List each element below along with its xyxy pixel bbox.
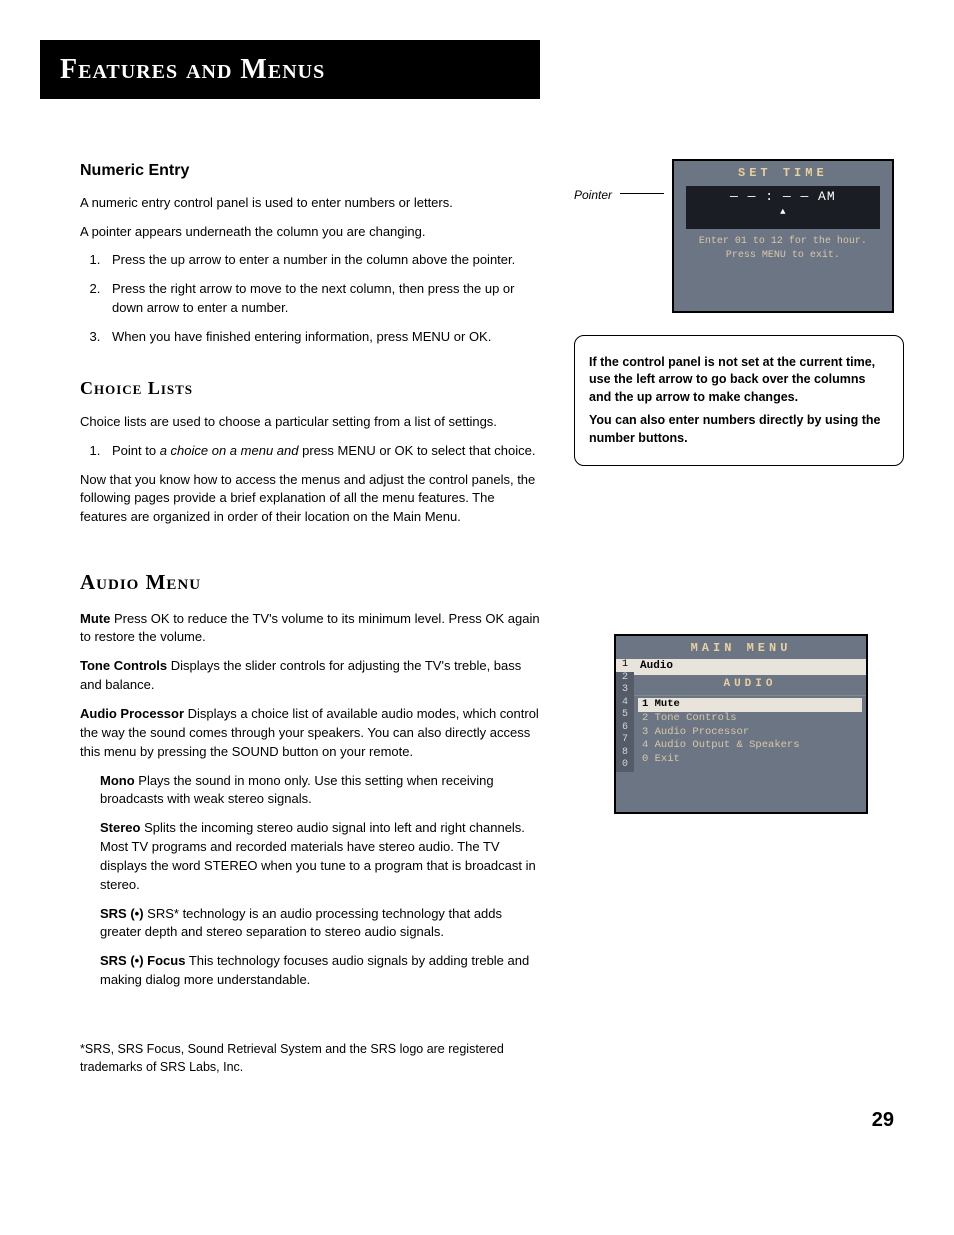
page-title-bar: Features and Menus: [40, 40, 540, 99]
osd-subtitle: AUDIO: [634, 675, 866, 696]
choice-lists-heading: Choice Lists: [80, 375, 544, 401]
osd-number-rail: 1 2 3 4 5 6 7 8 0: [616, 659, 634, 772]
page-title: Features and Menus: [60, 50, 520, 91]
pointer-line-icon: [620, 193, 664, 194]
mono-desc: Mono Plays the sound in mono only. Use t…: [100, 772, 544, 810]
choice-lists-outro: Now that you know how to access the menu…: [80, 471, 544, 528]
footnote: *SRS, SRS Focus, Sound Retrieval System …: [80, 1040, 544, 1076]
choice-lists-intro: Choice lists are used to choose a partic…: [80, 413, 544, 432]
osd-title: SET TIME: [674, 161, 892, 186]
main-text-column: Numeric Entry A numeric entry control pa…: [80, 159, 544, 1087]
set-time-osd: SET TIME — — : — — AM ▲ Enter 01 to 12 f…: [672, 159, 894, 313]
list-item: Point to a choice on a menu and press ME…: [104, 442, 544, 461]
srsfocus-desc: SRS (•) Focus This technology focuses au…: [100, 952, 544, 990]
pointer-caret-icon: ▲: [778, 206, 788, 219]
main-menu-osd: MAIN MENU 1 2 3 4 5 6 7 8 0 Audio AUDIO: [614, 634, 868, 814]
tone-desc: Tone Controls Displays the slider contro…: [80, 657, 544, 695]
pointer-label: Pointer: [574, 159, 612, 204]
stereo-desc: Stereo Splits the incoming stereo audio …: [100, 819, 544, 894]
osd-submenu-list: 1 Mute 2 Tone Controls 3 Audio Processor…: [634, 696, 866, 768]
mute-desc: Mute Press OK to reduce the TV's volume …: [80, 610, 544, 648]
numeric-entry-intro2: A pointer appears underneath the column …: [80, 223, 544, 242]
audio-menu-heading: Audio Menu: [80, 567, 544, 597]
page-number: 29: [50, 1106, 894, 1135]
osd-hint: Enter 01 to 12 for the hour. Press MENU …: [674, 235, 892, 263]
audioproc-desc: Audio Processor Displays a choice list o…: [80, 705, 544, 762]
numeric-entry-steps: Press the up arrow to enter a number in …: [80, 251, 544, 346]
osd-selected-top: Audio: [634, 659, 866, 675]
numeric-entry-intro1: A numeric entry control panel is used to…: [80, 194, 544, 213]
osd-time-entry: — — : — — AM ▲: [686, 186, 880, 229]
choice-lists-steps: Point to a choice on a menu and press ME…: [80, 442, 544, 461]
numeric-entry-heading: Numeric Entry: [80, 159, 544, 182]
list-item: When you have finished entering informat…: [104, 328, 544, 347]
note-box: If the control panel is not set at the c…: [574, 335, 904, 467]
list-item: Press the up arrow to enter a number in …: [104, 251, 544, 270]
list-item: Press the right arrow to move to the nex…: [104, 280, 544, 318]
sidebar-column: Pointer SET TIME — — : — — AM ▲ Enter 01…: [574, 159, 894, 1087]
osd-title: MAIN MENU: [616, 636, 866, 659]
srs-desc: SRS (•) SRS* technology is an audio proc…: [100, 905, 544, 943]
